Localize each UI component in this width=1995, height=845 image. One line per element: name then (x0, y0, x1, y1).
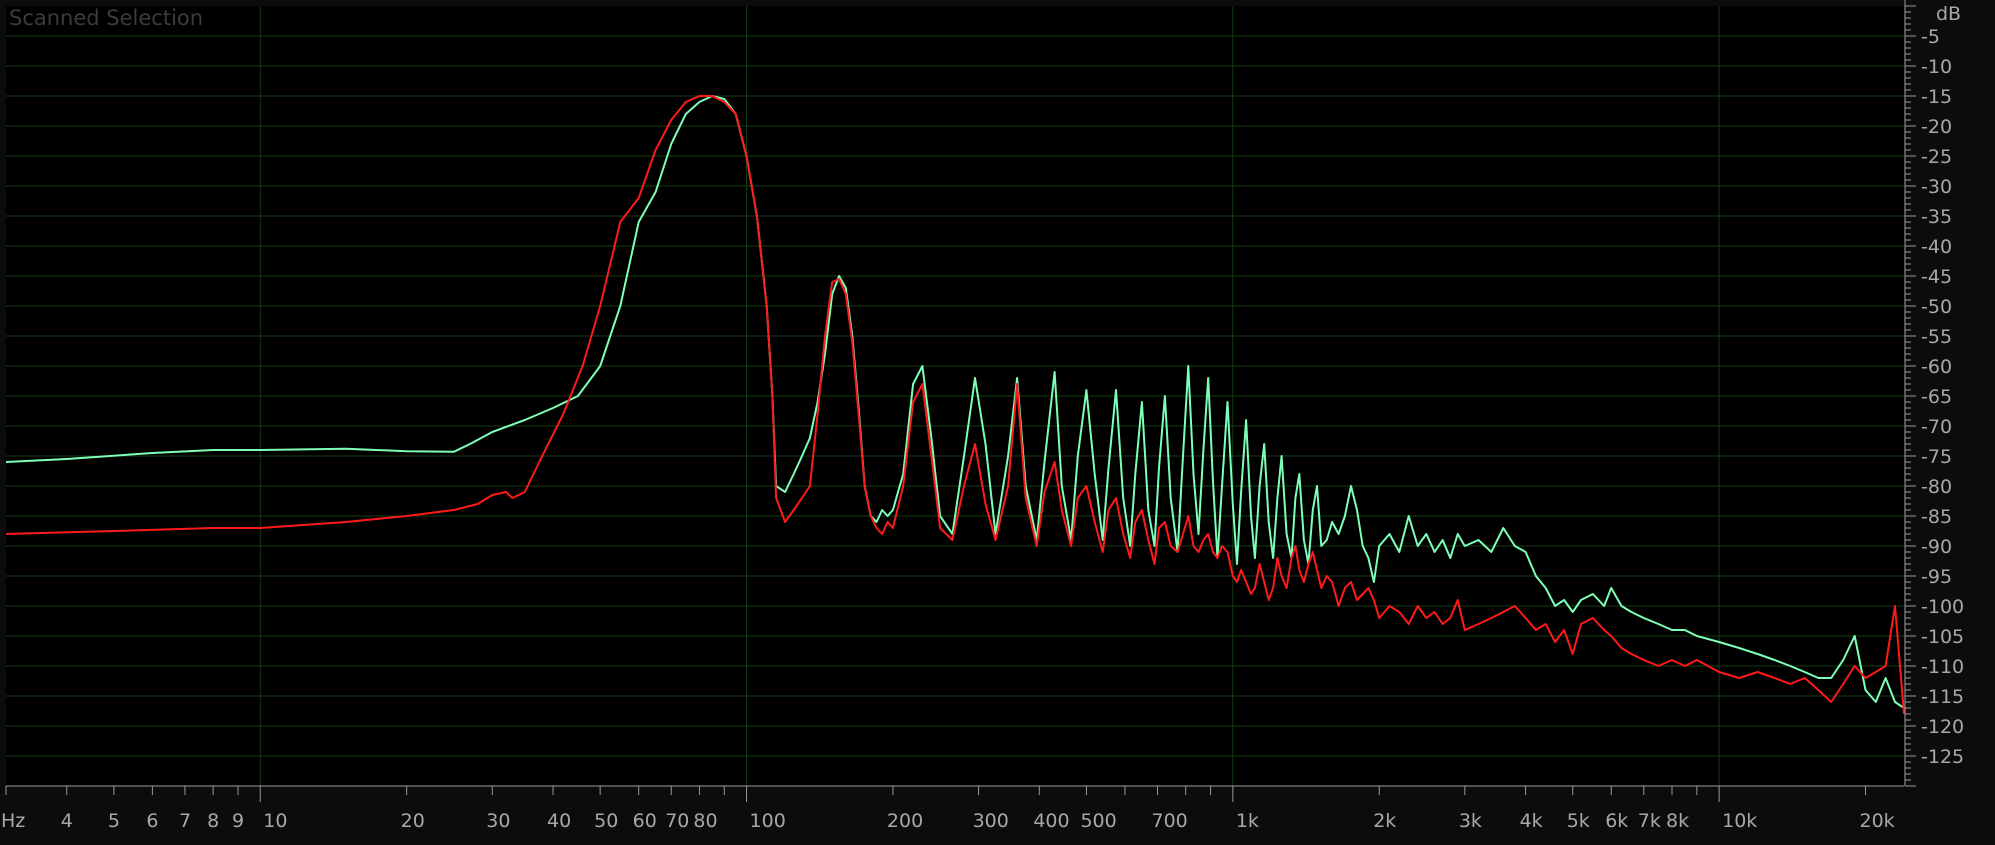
y-tick-label: -15 (1921, 86, 1952, 108)
y-tick-label: -85 (1921, 506, 1952, 528)
y-tick-label: -90 (1921, 536, 1952, 558)
y-tick-label: -120 (1921, 716, 1964, 738)
x-tick-label: 10 (263, 810, 287, 832)
x-tick-label: 3k (1459, 810, 1482, 832)
spectrum-analyzer-window: Hz 4 5 6 7 8 9 10 20 30 40 50 60 70 80 100 200 300 400 500 7… (0, 0, 1995, 845)
y-tick-label: -65 (1921, 386, 1952, 408)
y-tick-label: -25 (1921, 146, 1952, 168)
y-tick-label: -125 (1921, 746, 1964, 768)
y-tick-label: -20 (1921, 116, 1952, 138)
x-tick-label: 8k (1666, 810, 1689, 832)
x-tick-label: 7 (179, 810, 191, 832)
x-tick-label: 30 (486, 810, 510, 832)
x-tick-label: 70 (665, 810, 689, 832)
x-tick-label: 7k (1638, 810, 1661, 832)
y-tick-label: -35 (1921, 206, 1952, 228)
x-tick-label: 4 (61, 810, 73, 832)
x-tick-label: 5 (108, 810, 120, 832)
x-tick-label: 60 (633, 810, 657, 832)
x-tick-label: 20 (401, 810, 425, 832)
x-tick-label: 8 (207, 810, 219, 832)
x-tick-label: 5k (1567, 810, 1590, 832)
x-tick-label: 500 (1080, 810, 1116, 832)
x-tick-label: 300 (973, 810, 1009, 832)
y-tick-label: -115 (1921, 686, 1964, 708)
y-tick-label: -100 (1921, 596, 1964, 618)
y-tick-label: -5 (1921, 26, 1940, 48)
y-tick-label: -45 (1921, 266, 1952, 288)
x-tick-label: 9 (232, 810, 244, 832)
x-tick-label: 50 (594, 810, 618, 832)
x-tick-label: 4k (1520, 810, 1543, 832)
x-tick-label: Hz (1, 810, 25, 832)
y-tick-label: -75 (1921, 446, 1952, 468)
x-tick-label: 1k (1236, 810, 1259, 832)
y-tick-label: -60 (1921, 356, 1952, 378)
y-axis: dB-5 -10 -15 -20 -25 -30 -35 -40 -45 -50 -55 -60 -65… (1904, 0, 1964, 787)
x-tick-label: 700 (1152, 810, 1188, 832)
y-tick-label: -95 (1921, 566, 1952, 588)
y-tick-label: -105 (1921, 626, 1964, 648)
x-tick-label: 6k (1605, 810, 1628, 832)
y-tick-label: -70 (1921, 416, 1952, 438)
x-tick-label: 100 (750, 810, 786, 832)
y-tick-label: -55 (1921, 326, 1952, 348)
x-axis: Hz 4 5 6 7 8 9 10 20 30 40 50 60 70 80 100 200 300 400 500 7… (1, 785, 1904, 832)
y-unit-label: dB (1936, 3, 1961, 25)
y-tick-label: -40 (1921, 236, 1952, 258)
x-tick-label: 40 (547, 810, 571, 832)
x-tick-label: 2k (1373, 810, 1396, 832)
y-tick-label: -30 (1921, 176, 1952, 198)
panel-title: Scanned Selection (9, 6, 204, 30)
spectrum-chart: Hz 4 5 6 7 8 9 10 20 30 40 50 60 70 80 100 200 300 400 500 7… (1, 0, 1964, 832)
x-tick-label: 400 (1033, 810, 1069, 832)
x-tick-label: 20k (1859, 810, 1894, 832)
y-tick-label: -80 (1921, 476, 1952, 498)
y-tick-label: -50 (1921, 296, 1952, 318)
y-tick-label: -10 (1921, 56, 1952, 78)
y-tick-label: -110 (1921, 656, 1964, 678)
x-tick-label: 10k (1722, 810, 1757, 832)
x-tick-label: 6 (146, 810, 158, 832)
x-tick-label: 200 (887, 810, 923, 832)
x-tick-label: 80 (693, 810, 717, 832)
